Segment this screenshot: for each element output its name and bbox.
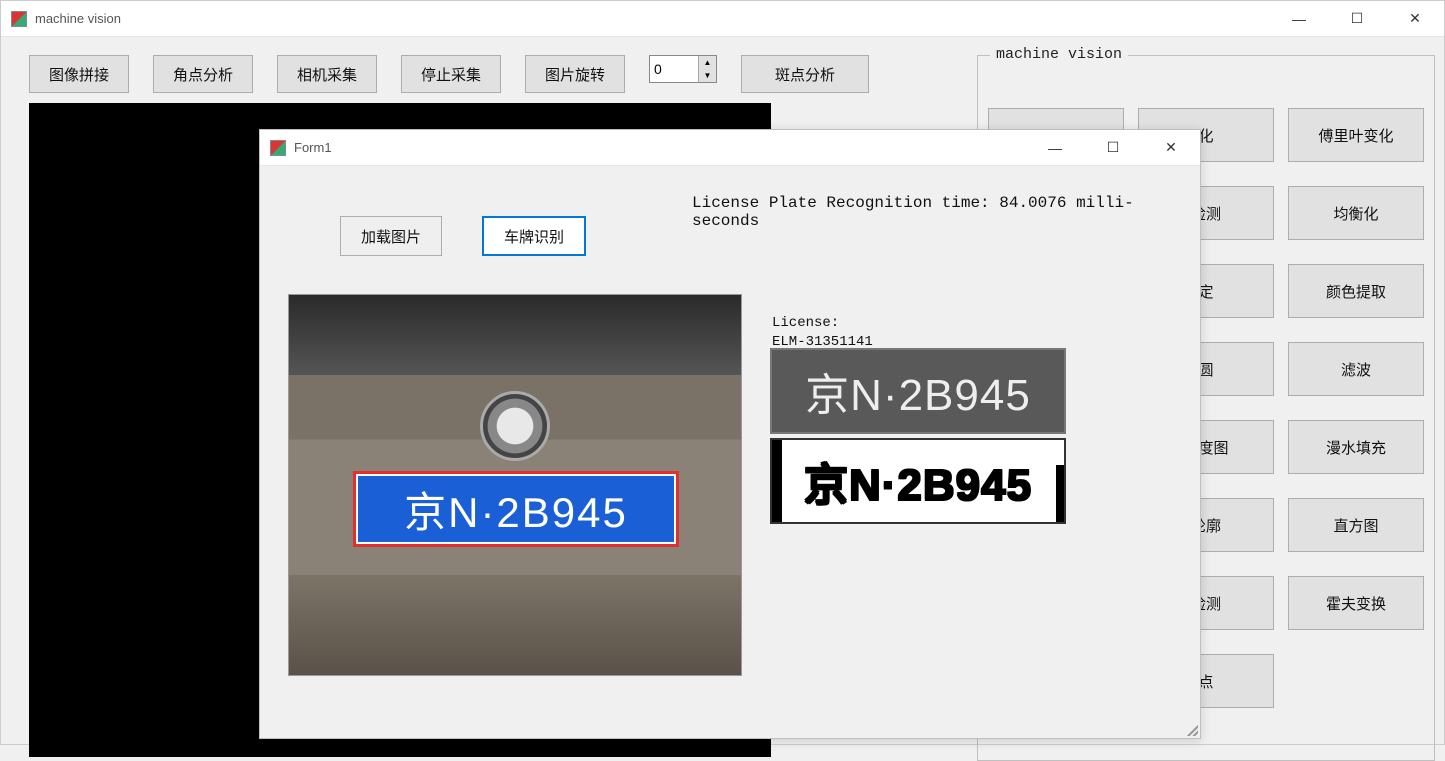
dialog-body: License Plate Recognition time: 84.0076 …: [260, 166, 1200, 738]
dialog-minimize-button[interactable]: —: [1026, 130, 1084, 166]
recognize-plate-button[interactable]: 车牌识别: [482, 216, 586, 256]
rotate-spinner[interactable]: ▲ ▼: [649, 55, 717, 83]
dialog-toolbar: 加载图片 车牌识别: [340, 216, 586, 256]
image-stitch-button[interactable]: 图像拼接: [29, 55, 129, 93]
dialog-maximize-button[interactable]: ☐: [1084, 130, 1142, 166]
app-icon: [11, 11, 27, 27]
client-area: 图像拼接 角点分析 相机采集 停止采集 图片旋转 ▲ ▼ 斑点分析 machin…: [1, 37, 1444, 744]
blob-analysis-button[interactable]: 斑点分析: [741, 55, 869, 93]
op-fourier-button[interactable]: 傅里叶变化: [1288, 108, 1424, 162]
dialog-titlebar: Form1 — ☐ ✕: [260, 130, 1200, 166]
main-window: machine vision — ☐ ✕ 图像拼接 角点分析 相机采集 停止采集…: [0, 0, 1445, 745]
car-bumper: [289, 575, 741, 675]
op-filter-button[interactable]: 滤波: [1288, 342, 1424, 396]
image-rotate-button[interactable]: 图片旋转: [525, 55, 625, 93]
plate-detection-box: 京N·2B945: [353, 471, 679, 547]
license-plate: 京N·2B945: [356, 474, 676, 544]
spinner-up-icon[interactable]: ▲: [699, 56, 716, 69]
spinner-down-icon[interactable]: ▼: [699, 69, 716, 82]
car-rear-window: [289, 295, 741, 375]
main-title: machine vision: [35, 11, 121, 26]
resize-grip-icon[interactable]: [1184, 722, 1198, 736]
dialog-app-icon: [270, 140, 286, 156]
car-emblem-icon: [480, 391, 550, 461]
op-histogram-button[interactable]: 直方图: [1288, 498, 1424, 552]
op-equalize-button[interactable]: 均衡化: [1288, 186, 1424, 240]
op-color-extract-button[interactable]: 颜色提取: [1288, 264, 1424, 318]
main-toolbar: 图像拼接 角点分析 相机采集 停止采集 图片旋转 ▲ ▼ 斑点分析: [29, 55, 869, 93]
plate-grayscale-image: 京N·2B945: [770, 348, 1066, 434]
groupbox-title: machine vision: [990, 46, 1128, 63]
rotate-value-input[interactable]: [650, 56, 698, 82]
close-button[interactable]: ✕: [1386, 1, 1444, 37]
plate-threshold-text: 京N·2B945: [804, 449, 1032, 513]
main-titlebar: machine vision — ☐ ✕: [1, 1, 1444, 37]
minimize-button[interactable]: —: [1270, 1, 1328, 37]
dialog-title: Form1: [294, 140, 332, 155]
load-image-button[interactable]: 加载图片: [340, 216, 442, 256]
stop-capture-button[interactable]: 停止采集: [401, 55, 501, 93]
car-image: 京N·2B945: [288, 294, 742, 676]
plate-threshold-image: 京N·2B945: [770, 438, 1066, 524]
dialog-close-button[interactable]: ✕: [1142, 130, 1200, 166]
camera-capture-button[interactable]: 相机采集: [277, 55, 377, 93]
op-floodfill-button[interactable]: 漫水填充: [1288, 420, 1424, 474]
recognition-time-label: License Plate Recognition time: 84.0076 …: [692, 194, 1200, 230]
corner-analysis-button[interactable]: 角点分析: [153, 55, 253, 93]
license-result-label: License: ELM-31351141: [772, 314, 873, 352]
maximize-button[interactable]: ☐: [1328, 1, 1386, 37]
form1-dialog: Form1 — ☐ ✕ License Plate Recognition ti…: [259, 129, 1201, 739]
op-hough-button[interactable]: 霍夫变换: [1288, 576, 1424, 630]
